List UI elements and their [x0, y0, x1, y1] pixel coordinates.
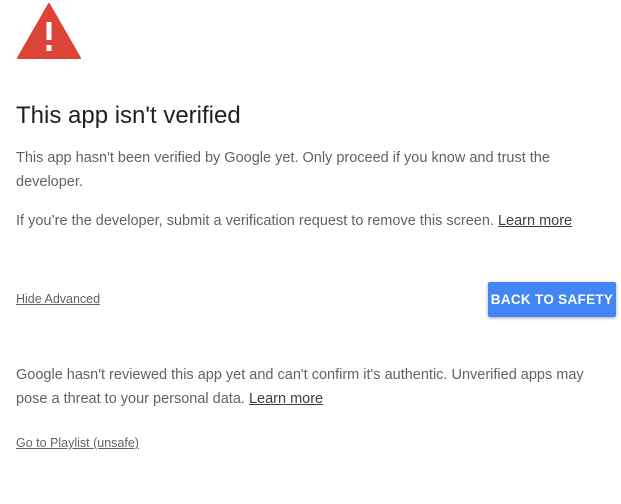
verification-warning-text: This app hasn't been verified by Google … [16, 150, 550, 190]
advanced-learn-more-link[interactable]: Learn more [249, 391, 323, 407]
advanced-warning-text: Google hasn't reviewed this app yet and … [16, 363, 616, 411]
learn-more-link[interactable]: Learn more [498, 213, 572, 229]
developer-info-sentence: If you’re the developer, submit a verifi… [16, 213, 494, 229]
go-to-app-unsafe-link[interactable]: Go to Playlist (unsafe) [16, 436, 139, 450]
page-title: This app isn't verified [16, 102, 241, 129]
developer-info-text: If you’re the developer, submit a verifi… [16, 209, 616, 233]
hide-advanced-link[interactable]: Hide Advanced [16, 292, 100, 306]
back-to-safety-button[interactable]: BACK TO SAFETY [488, 282, 616, 317]
unverified-app-page: This app isn't verified This app hasn't … [0, 0, 621, 504]
warning-triangle-icon [17, 3, 81, 59]
